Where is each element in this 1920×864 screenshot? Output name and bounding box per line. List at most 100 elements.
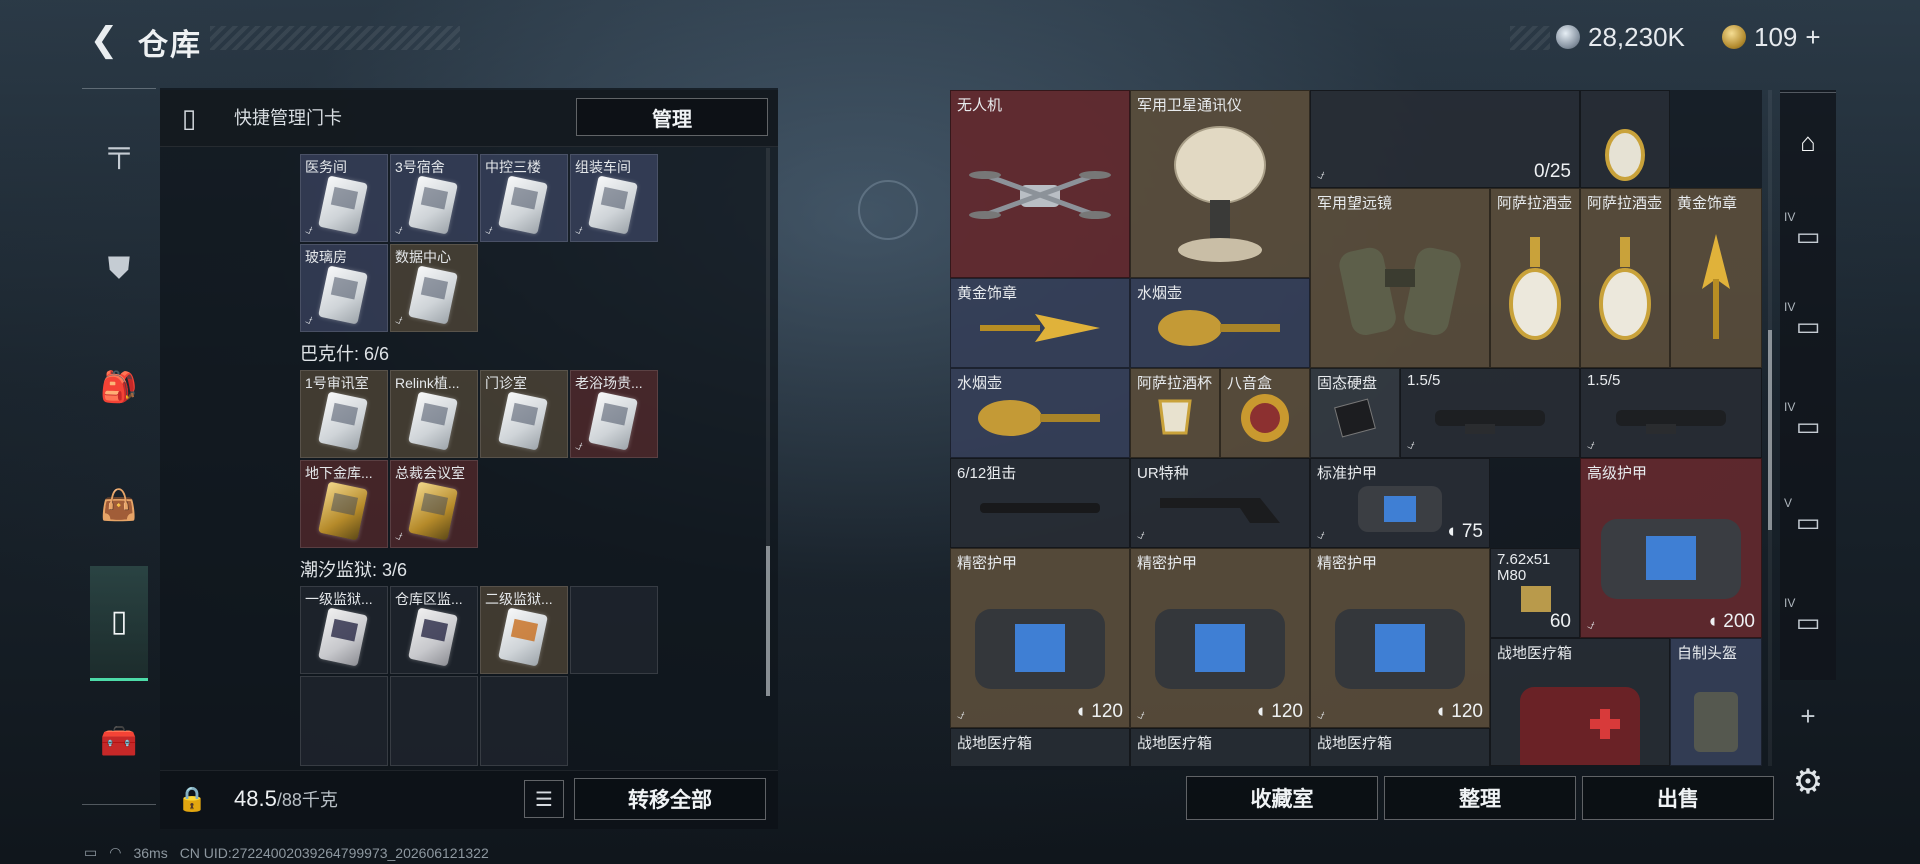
item-sniper-scope[interactable]: 6/12狙击: [950, 458, 1130, 548]
item-satellite-comm[interactable]: 军用卫星通讯仪: [1130, 90, 1310, 278]
item-standard-armor[interactable]: 标准护甲 ⍻ ◖ 75: [1310, 458, 1490, 548]
item-asala-flask[interactable]: 阿萨拉酒壶: [1490, 188, 1580, 368]
item-scope[interactable]: 1.5/5 ⍻: [1400, 368, 1580, 458]
item-hookah[interactable]: 水烟壶: [1130, 278, 1310, 368]
item-label: 战地医疗箱: [1317, 735, 1393, 752]
add-currency-button[interactable]: +: [1805, 22, 1820, 53]
keycard-slot[interactable]: 医务间 ⍻: [300, 154, 388, 242]
keycard-label: 仓库区监...: [395, 591, 463, 607]
hookah-icon: [1158, 310, 1280, 347]
pistol-icon[interactable]: ╤: [90, 122, 148, 180]
keycard-image: [408, 391, 458, 451]
item-homemade-helmet[interactable]: 自制头盔: [1670, 638, 1762, 766]
medkit-folder-icon[interactable]: IV ▭: [1782, 400, 1834, 452]
shield-icon: ◖: [1254, 701, 1267, 722]
item-label: 精密护甲: [1317, 555, 1378, 572]
item-ssd[interactable]: 固态硬盘: [1310, 368, 1400, 458]
keycard-slot[interactable]: 一级监狱...: [300, 586, 388, 674]
keycard-slot[interactable]: 仓库区监...: [390, 586, 478, 674]
keycard-slot-empty[interactable]: [390, 676, 478, 766]
item-field-medkit[interactable]: 战地医疗箱: [950, 728, 1130, 766]
left-scrollbar-thumb[interactable]: [766, 546, 770, 696]
item-kettle[interactable]: [1580, 90, 1670, 188]
vault-icon[interactable]: ⌂: [1782, 116, 1834, 168]
item-precision-armor[interactable]: 精密护甲 ⍻ ◖ 120: [1130, 548, 1310, 728]
folder-icon[interactable]: IV ▭: [1782, 210, 1834, 262]
keycard-slot[interactable]: 地下金库...: [300, 460, 388, 548]
folder-icon[interactable]: IV ▭: [1782, 300, 1834, 352]
item-precision-armor[interactable]: 精密护甲 ⍻ ◖ 120: [1310, 548, 1490, 728]
keycard-slot[interactable]: 二级监狱...: [480, 586, 568, 674]
shield-icon: ◖: [1706, 611, 1719, 632]
scope-icon: [1616, 410, 1726, 435]
backpack-icon[interactable]: 🎒: [90, 358, 148, 416]
keycard-slot[interactable]: 1号审讯室: [300, 370, 388, 458]
settings-icon[interactable]: ⚙: [1782, 756, 1834, 808]
item-ammo[interactable]: 7.62x51 M80 60: [1490, 548, 1580, 638]
keycard-slot[interactable]: 玻璃房 ⍻: [300, 244, 388, 332]
toolbox-icon[interactable]: 🧰: [90, 712, 148, 770]
item-stock[interactable]: UR特种 ⍻: [1130, 458, 1310, 548]
shield-icon: ◖: [1445, 521, 1457, 542]
nav-divider: [82, 804, 156, 805]
item-gold-badge[interactable]: 黄金饰章: [950, 278, 1130, 368]
item-drone[interactable]: 无人机: [950, 90, 1130, 278]
sell-button[interactable]: 出售: [1582, 776, 1774, 820]
item-asala-cup[interactable]: 阿萨拉酒杯: [1130, 368, 1220, 458]
item-precision-armor[interactable]: 精密护甲 ⍻ ◖ 120: [950, 548, 1130, 728]
item-hookah[interactable]: 水烟壶: [950, 368, 1130, 458]
keycard-slot-empty[interactable]: [480, 676, 568, 766]
bag-icon[interactable]: 👜: [90, 476, 148, 534]
item-field-medkit[interactable]: 战地医疗箱: [1490, 638, 1670, 766]
list-view-button[interactable]: ☰: [524, 780, 564, 818]
keycard-label: 1号审讯室: [305, 375, 369, 391]
no-trade-icon: ⍻: [957, 706, 965, 722]
item-weapon-slot[interactable]: ⍻ 0/25: [1310, 90, 1580, 188]
drone-icon: [969, 171, 1111, 220]
plus-icon[interactable]: +: [1782, 690, 1834, 742]
keycard-slot[interactable]: 老浴场贵... ⍻: [570, 370, 658, 458]
manage-button[interactable]: 管理: [576, 98, 768, 136]
no-trade-icon: ⍻: [575, 437, 583, 453]
gear-folder-icon[interactable]: V ▭: [1782, 496, 1834, 548]
keycard-image: [318, 391, 368, 451]
item-field-medkit[interactable]: 战地医疗箱: [1130, 728, 1310, 766]
no-trade-icon: ⍻: [395, 221, 403, 237]
hookah-icon: [978, 400, 1100, 437]
item-music-box[interactable]: 八音盒: [1220, 368, 1310, 458]
item-scope[interactable]: 1.5/5 ⍻: [1580, 368, 1762, 458]
keycard-image: [588, 391, 638, 451]
armor-vest-icon[interactable]: ⛊: [90, 240, 148, 298]
gold-currency[interactable]: 109 +: [1722, 20, 1821, 54]
item-label: 战地医疗箱: [957, 735, 1033, 752]
keycard-image: [318, 265, 368, 325]
right-scrollbar-thumb[interactable]: [1768, 330, 1772, 530]
collection-room-button[interactable]: 收藏室: [1186, 776, 1378, 820]
keycard-icon[interactable]: ▯: [90, 592, 148, 650]
folder-icon[interactable]: IV ▭: [1782, 596, 1834, 648]
item-field-medkit[interactable]: 战地医疗箱: [1310, 728, 1490, 766]
sort-button[interactable]: 整理: [1384, 776, 1576, 820]
transfer-all-button[interactable]: 转移全部: [574, 778, 766, 820]
back-arrow-icon[interactable]: ❮: [82, 18, 126, 62]
battery-icon: ▭: [84, 844, 98, 860]
keycard-slot[interactable]: 中控三楼 ⍻: [480, 154, 568, 242]
item-count: 0/25: [1534, 161, 1571, 182]
item-label: 1.5/5: [1407, 372, 1441, 389]
keycard-slot[interactable]: 3号宿舍 ⍻: [390, 154, 478, 242]
silver-currency: 28,230K: [1556, 20, 1685, 54]
item-gold-badge[interactable]: 黄金饰章: [1670, 188, 1762, 368]
keycard-slot[interactable]: Relink植...: [390, 370, 478, 458]
item-binoculars[interactable]: 军用望远镜: [1310, 188, 1490, 368]
keycard-slot-empty[interactable]: [300, 676, 388, 766]
keycard-slot[interactable]: 门诊室: [480, 370, 568, 458]
silver-coin-icon: [1556, 25, 1580, 49]
keycard-slot-empty[interactable]: [570, 586, 658, 674]
keycard-slot[interactable]: 数据中心 ⍻: [390, 244, 478, 332]
durability-value: 120: [1091, 701, 1123, 722]
keycard-slot[interactable]: 组装车间 ⍻: [570, 154, 658, 242]
keycard-slot[interactable]: 总裁会议室 ⍻: [390, 460, 478, 548]
section-title-bakesh: 巴克什: 6/6: [300, 344, 390, 364]
item-asala-flask[interactable]: 阿萨拉酒壶: [1580, 188, 1670, 368]
item-advanced-armor[interactable]: 高级护甲 ⍻ ◖ 200: [1580, 458, 1762, 638]
